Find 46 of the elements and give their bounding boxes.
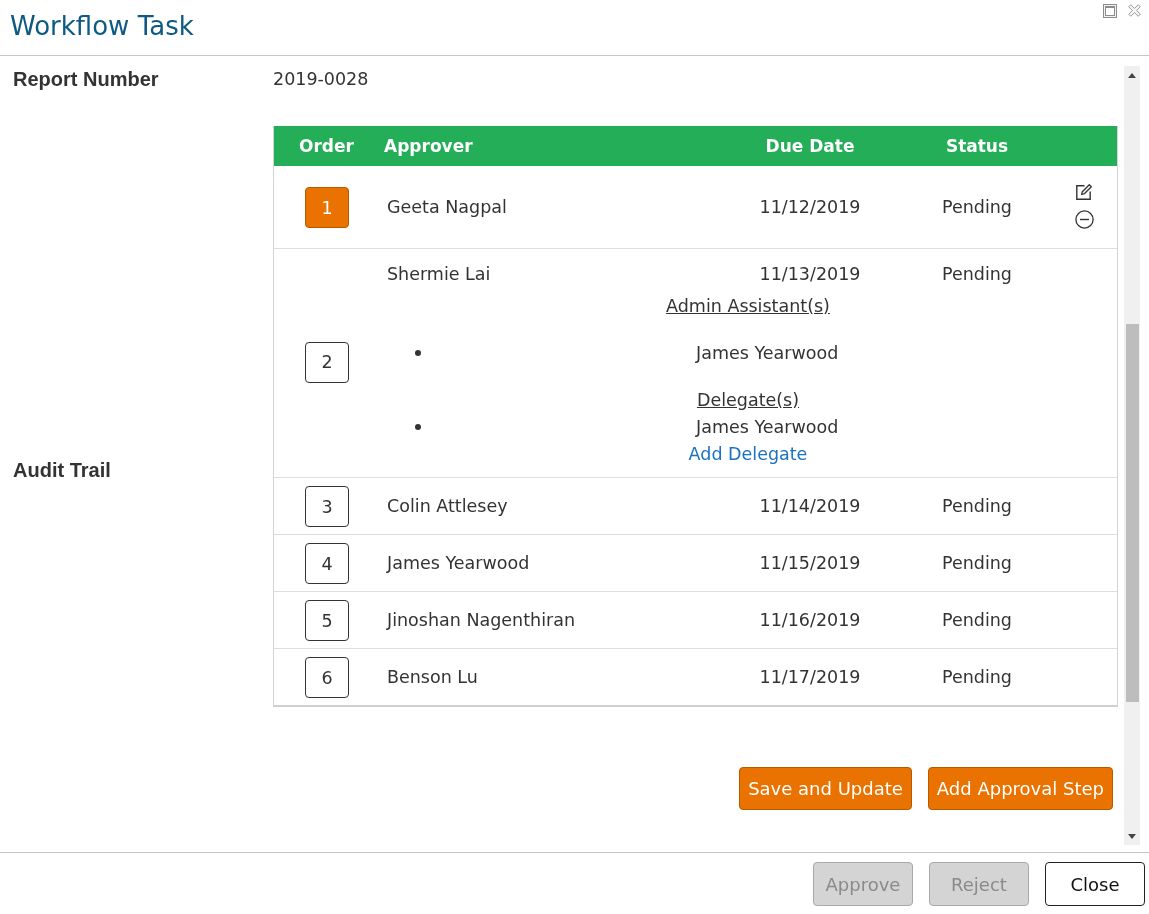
- group-heading: Delegate(s): [696, 388, 800, 412]
- approver-name: Geeta Nagpal: [387, 196, 507, 219]
- status-text: Pending: [942, 262, 1012, 286]
- minus-circle-icon[interactable]: [1075, 210, 1094, 229]
- window-title: Workflow Task: [10, 10, 194, 43]
- status-text: Pending: [942, 666, 1012, 689]
- scrollbar-track[interactable]: [1124, 66, 1140, 845]
- order-button[interactable]: 4: [305, 543, 349, 584]
- column-header: Status: [945, 135, 1009, 157]
- column-header: Approver: [384, 135, 473, 157]
- order-button[interactable]: 5: [305, 600, 349, 641]
- status-text: Pending: [942, 609, 1012, 632]
- order-button[interactable]: 3: [305, 486, 349, 527]
- field-value: 2019-0028: [273, 69, 369, 89]
- add-delegate-link[interactable]: Add Delegate: [688, 440, 808, 468]
- edit-icon[interactable]: [1075, 183, 1093, 201]
- order-button[interactable]: 6: [305, 657, 349, 698]
- status-text: Pending: [942, 552, 1012, 575]
- field-label: Report Number: [13, 68, 159, 90]
- person-name: James Yearwood: [696, 341, 839, 365]
- person-name: James Yearwood: [696, 415, 839, 439]
- field-label: Audit Trail: [13, 459, 111, 481]
- scroll-down-icon[interactable]: [1128, 834, 1136, 839]
- approver-name: Jinoshan Nagenthiran: [387, 609, 575, 632]
- bullet-icon: [415, 424, 421, 430]
- column-header: Due Date: [765, 135, 855, 157]
- approver-name: Benson Lu: [387, 666, 478, 689]
- approver-name: Shermie Lai: [387, 262, 491, 286]
- status-text: Pending: [942, 495, 1012, 518]
- due-date: 11/13/2019: [759, 262, 861, 286]
- approver-name: Colin Attlesey: [387, 495, 508, 518]
- column-header: Order: [299, 135, 354, 157]
- order-button[interactable]: 2: [305, 341, 349, 383]
- status-text: Pending: [942, 196, 1012, 219]
- footer-button[interactable]: Close: [1045, 862, 1145, 906]
- due-date: 11/17/2019: [759, 666, 861, 689]
- due-date: 11/14/2019: [759, 495, 861, 518]
- scrollbar-thumb[interactable]: [1125, 324, 1139, 702]
- maximize-icon[interactable]: [1103, 4, 1117, 18]
- group-heading: Admin Assistant(s): [666, 294, 830, 318]
- scroll-up-icon[interactable]: [1128, 73, 1136, 78]
- due-date: 11/15/2019: [759, 552, 861, 575]
- due-date: 11/12/2019: [759, 196, 861, 219]
- bullet-icon: [415, 350, 421, 356]
- due-date: 11/16/2019: [759, 609, 861, 632]
- approver-name: James Yearwood: [387, 552, 530, 575]
